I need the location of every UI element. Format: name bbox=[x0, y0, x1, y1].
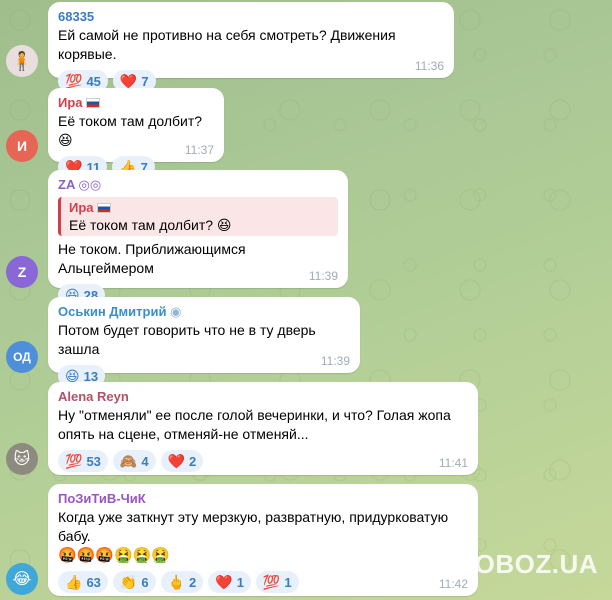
avatar[interactable]: ОД bbox=[6, 341, 38, 373]
reactions: 👍 63 👏 6 🖕 2 ❤️ 1 💯 1 bbox=[58, 571, 468, 593]
reaction-count: 1 bbox=[284, 574, 292, 590]
avatar-initials: ОД bbox=[13, 350, 31, 364]
reply-text: Её током там долбит? 😆 bbox=[69, 217, 232, 233]
sender-name-text: ZA bbox=[58, 177, 75, 192]
reaction-chip[interactable]: 👏 6 bbox=[112, 571, 156, 593]
reaction-count: 2 bbox=[189, 453, 197, 469]
sender-name-text: Ира bbox=[58, 95, 83, 110]
hundred-icon: 💯 bbox=[65, 72, 83, 89]
verified-icon: ◉ bbox=[170, 304, 182, 319]
message-text-line: бабу. bbox=[58, 528, 91, 544]
hundred-icon: 💯 bbox=[65, 452, 83, 469]
message-emoji-line: 🤬🤬🤬🤮🤮🤮 bbox=[58, 547, 171, 564]
reaction-chip[interactable]: 🖕 2 bbox=[160, 571, 204, 593]
message-time: 11:39 bbox=[308, 269, 338, 283]
message-bubble[interactable]: ПоЗиТиВ-ЧиК Когда уже заткнут эту мерзку… bbox=[48, 484, 478, 596]
middle-finger-icon: 🖕 bbox=[167, 573, 186, 590]
message-time: 11:36 bbox=[414, 59, 444, 73]
reaction-chip[interactable]: 🙈 4 bbox=[112, 450, 156, 472]
message-bubble[interactable]: 68335 Ей самой не противно на себя смотр… bbox=[48, 2, 454, 92]
avatar-photo-icon: 🐱 bbox=[13, 451, 31, 468]
reaction-count: 4 bbox=[141, 453, 149, 469]
avatar[interactable]: 🧍 bbox=[6, 45, 38, 77]
avatar[interactable]: 😂 bbox=[6, 563, 38, 595]
avatar[interactable]: И bbox=[6, 130, 38, 162]
sender-name[interactable]: 68335 bbox=[58, 8, 444, 26]
reply-sender: Ира bbox=[69, 199, 330, 216]
russia-flag-icon bbox=[96, 203, 111, 213]
message-time: 11:39 bbox=[320, 354, 350, 368]
russia-flag-icon bbox=[85, 98, 100, 108]
watermark-text: OBOZ.UA bbox=[474, 549, 598, 579]
reactions: 💯 53 🙈 4 ❤️ 2 bbox=[58, 450, 468, 472]
reply-quote[interactable]: Ира Её током там долбит? 😆 bbox=[58, 197, 338, 236]
message-bubble[interactable]: Оськин Дмитрий ◉ Потом будет говорить чт… bbox=[48, 297, 360, 387]
reaction-chip[interactable]: 💯 1 bbox=[255, 571, 299, 593]
message-text-line: опять на сцене, отменяй-не отменяй... bbox=[58, 426, 309, 442]
heart-icon: ❤️ bbox=[167, 452, 186, 469]
reaction-chip[interactable]: 👍 63 bbox=[58, 571, 108, 593]
reaction-count: 1 bbox=[236, 574, 244, 590]
message-text: Не током. Приближающимся Альцгеймером bbox=[58, 241, 246, 276]
sender-name[interactable]: Alena Reyn bbox=[58, 388, 468, 406]
avatar-photo-icon: 🧍 bbox=[10, 50, 34, 71]
message-time: 11:41 bbox=[438, 456, 468, 470]
heart-icon: ❤️ bbox=[215, 573, 233, 590]
message-bubble[interactable]: Alena Reyn Ну "отменяли" ее после голой … bbox=[48, 382, 478, 475]
avatar[interactable]: 🐱 bbox=[6, 443, 38, 475]
sender-name[interactable]: Ира bbox=[58, 94, 214, 112]
sender-name[interactable]: Оськин Дмитрий ◉ bbox=[58, 303, 350, 321]
avatar-initials: Z bbox=[17, 264, 27, 280]
reaction-chip[interactable]: ❤️ 2 bbox=[160, 450, 204, 472]
avatar[interactable]: Z bbox=[6, 256, 38, 288]
heart-icon: ❤️ bbox=[119, 72, 138, 89]
eyes-icon: ◎◎ bbox=[78, 177, 102, 192]
reaction-chip[interactable]: ❤️ 1 bbox=[208, 571, 251, 593]
see-no-evil-monkey-icon: 🙈 bbox=[119, 452, 138, 469]
reaction-count: 7 bbox=[141, 73, 149, 89]
sender-name[interactable]: ZA ◎◎ bbox=[58, 176, 338, 194]
avatar-emoji-icon: 😂 bbox=[12, 571, 32, 588]
message-bubble[interactable]: ZA ◎◎ Ира Её током там долбит? 😆 Не токо… bbox=[48, 170, 348, 306]
reply-sender-text: Ира bbox=[69, 200, 94, 215]
oboz-logo-icon bbox=[438, 549, 469, 580]
message-text-line: Ну "отменяли" ее после голой вечеринки, … bbox=[58, 407, 451, 423]
hundred-icon: 💯 bbox=[262, 573, 281, 590]
reaction-chip[interactable]: 💯 53 bbox=[58, 450, 108, 472]
thumbs-up-icon: 👍 bbox=[65, 573, 83, 590]
message-text: Ей самой не противно на себя смотреть? Д… bbox=[58, 27, 396, 62]
reaction-count: 6 bbox=[141, 574, 149, 590]
watermark: OBOZ.UA bbox=[438, 549, 598, 580]
sender-name[interactable]: ПоЗиТиВ-ЧиК bbox=[58, 490, 468, 508]
sender-name-text: Оськин Дмитрий bbox=[58, 304, 167, 319]
message-text-line: Когда уже заткнут эту мерзкую, развратну… bbox=[58, 509, 449, 525]
reaction-count: 53 bbox=[86, 453, 101, 469]
reaction-count: 45 bbox=[86, 73, 101, 89]
reaction-count: 63 bbox=[86, 574, 101, 590]
clapping-hands-icon: 👏 bbox=[119, 573, 138, 590]
reaction-count: 2 bbox=[189, 574, 197, 590]
message-time: 11:37 bbox=[184, 143, 214, 157]
message-bubble[interactable]: Ира Её током там долбит? 😆 ❤️ 11 👍 7 11:37 bbox=[48, 88, 224, 178]
message-text: Потом будет говорить что не в ту дверь з… bbox=[58, 322, 316, 357]
avatar-initials: И bbox=[16, 138, 28, 154]
